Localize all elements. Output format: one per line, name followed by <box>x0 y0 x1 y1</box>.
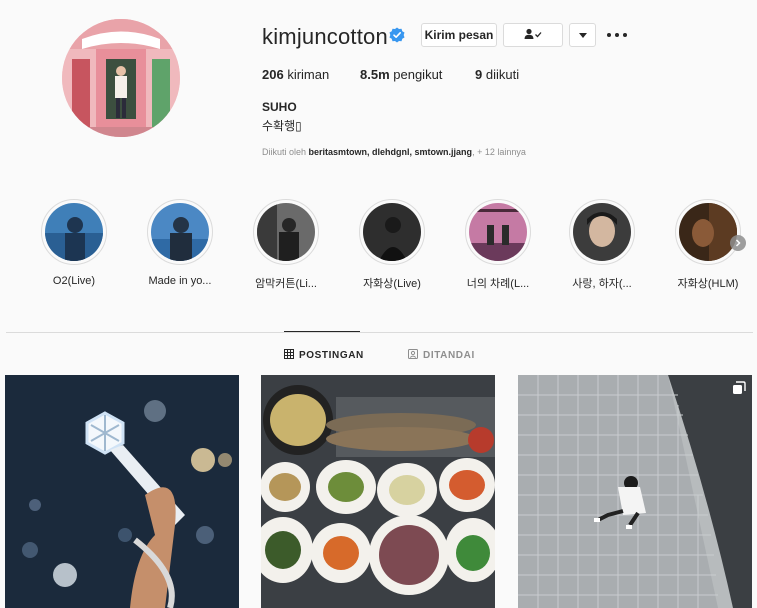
highlight-item[interactable] <box>147 199 213 265</box>
followers-stat[interactable]: 8.5m pengikut <box>360 67 442 82</box>
highlight-item[interactable] <box>359 199 425 265</box>
following-status-button[interactable] <box>503 23 563 47</box>
following-count: 9 <box>475 67 483 82</box>
highlight-item[interactable] <box>465 199 531 265</box>
posts-count: 206 <box>262 67 284 82</box>
highlight-label: 자화상(Live) <box>363 278 421 290</box>
profile-full-name: SUHO <box>262 100 297 114</box>
tab-tagged[interactable]: DITANDAI <box>408 349 475 362</box>
tagged-icon <box>408 349 418 362</box>
profile-avatar[interactable] <box>62 19 180 137</box>
followers-count: 8.5m <box>360 67 390 82</box>
highlight-item[interactable] <box>253 199 319 265</box>
followed-by-prefix: Diikuti oleh <box>262 147 307 157</box>
active-tab-indicator <box>284 331 360 332</box>
highlight-label: O2(Live) <box>52 275 96 287</box>
chevron-down-icon <box>578 28 587 42</box>
highlight-label: 사랑, 하자(... <box>572 278 632 290</box>
profile-username: kimjuncotton <box>262 24 388 49</box>
followed-by-more: , + 12 lainnya <box>472 147 526 157</box>
posts-label: kiriman <box>287 67 330 82</box>
followed-by-text[interactable]: Diikuti oleh beritasmtown, dlehdgnl, smt… <box>262 147 526 157</box>
followers-label: pengikut <box>393 67 443 82</box>
tab-tagged-label: DITANDAI <box>423 350 475 361</box>
followed-by-names: beritasmtown, dlehdgnl, smtown.jjang <box>308 147 473 157</box>
posts-count-stat: 206 kiriman <box>262 67 329 82</box>
chevron-right-icon[interactable] <box>730 235 746 251</box>
profile-bio: 수확행▯ <box>262 119 302 133</box>
highlight-item[interactable] <box>569 199 635 265</box>
verified-badge-icon <box>389 27 405 43</box>
following-label: diikuti <box>485 67 520 82</box>
suggestions-dropdown-button[interactable] <box>569 23 596 47</box>
post-thumbnail[interactable] <box>261 375 495 608</box>
grid-icon <box>284 349 294 362</box>
person-check-icon <box>523 28 543 43</box>
tab-posts-label: POSTINGAN <box>299 350 364 361</box>
tabs-divider <box>6 332 753 333</box>
highlight-item[interactable] <box>675 199 741 265</box>
highlight-item[interactable] <box>41 199 107 265</box>
post-thumbnail[interactable] <box>518 375 752 608</box>
tab-posts[interactable]: POSTINGAN <box>284 349 364 362</box>
highlight-label: 암막커튼(Li... <box>255 278 317 290</box>
highlight-label: 너의 차례(L... <box>466 278 530 290</box>
highlight-label: 자화상(HLM) <box>677 278 739 290</box>
message-button[interactable]: Kirim pesan <box>421 23 497 47</box>
following-stat[interactable]: 9 diikuti <box>475 67 519 82</box>
post-thumbnail[interactable] <box>5 375 239 608</box>
more-options-icon[interactable] <box>607 27 627 43</box>
multiple-posts-icon <box>732 381 746 395</box>
highlight-label: Made in yo... <box>148 275 212 287</box>
